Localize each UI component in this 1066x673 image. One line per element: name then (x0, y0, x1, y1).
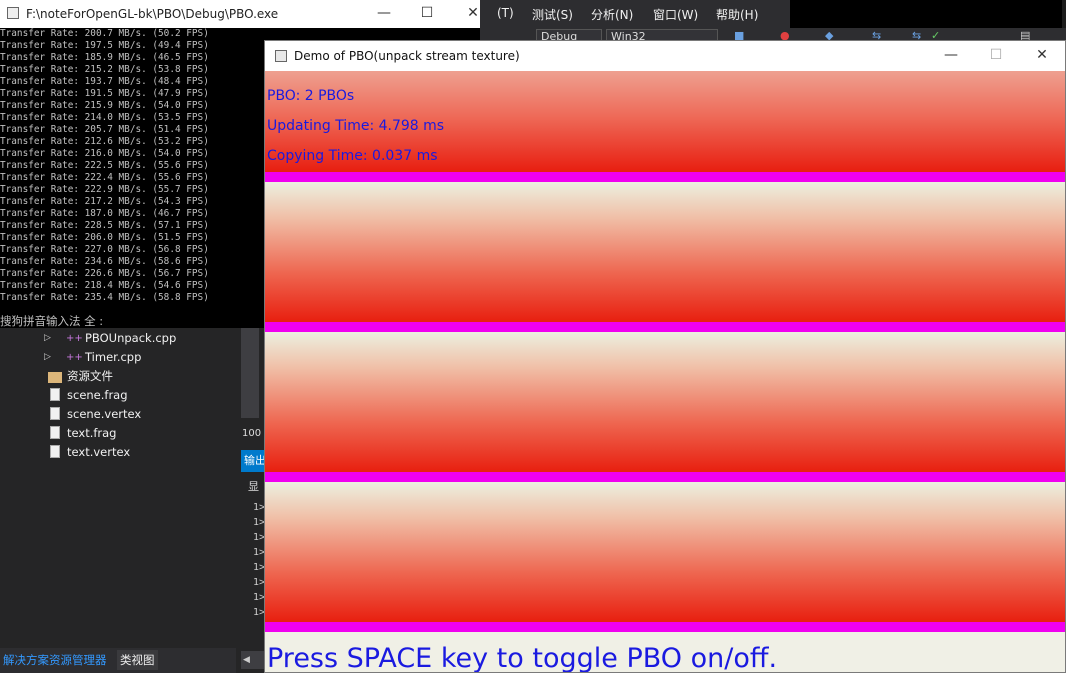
console-line: Transfer Rate: 191.5 MB/s. (47.9 FPS) (0, 88, 209, 99)
solution-tabs: 解决方案资源管理器 类视图 (0, 648, 236, 673)
folder-icon (48, 372, 62, 383)
demo-title: Demo of PBO(unpack stream texture) (294, 49, 520, 63)
tree-item-text-frag[interactable]: text.frag (50, 424, 234, 443)
console-line: Transfer Rate: 206.0 MB/s. (51.5 FPS) (0, 232, 209, 243)
console-line: Transfer Rate: 187.0 MB/s. (46.7 FPS) (0, 208, 209, 219)
console-line: Transfer Rate: 214.0 MB/s. (53.5 FPS) (0, 112, 209, 123)
ime-status: 搜狗拼音输入法 全 : (0, 314, 104, 328)
tree-item-pbounpack[interactable]: ▷ ++ PBOUnpack.cpp (44, 329, 234, 348)
menu-item-window[interactable]: 窗口(W) (653, 6, 698, 23)
console-line: Transfer Rate: 218.4 MB/s. (54.6 FPS) (0, 280, 209, 291)
render-canvas[interactable]: PBO: 2 PBOs Updating Time: 4.798 ms Copy… (265, 71, 1065, 672)
console-output: Transfer Rate: 200.7 MB/s. (50.2 FPS) Tra… (0, 28, 264, 304)
console-line: Transfer Rate: 212.6 MB/s. (53.2 FPS) (0, 136, 209, 147)
close-icon[interactable]: ✕ (1019, 41, 1065, 71)
demo-window: Demo of PBO(unpack stream texture) — ☐ ✕… (264, 40, 1066, 673)
console-line: Transfer Rate: 222.4 MB/s. (55.6 FPS) (0, 172, 209, 183)
close-icon[interactable]: ✕ (450, 0, 496, 28)
menu-item-test[interactable]: 测试(S) (532, 6, 573, 23)
menu-item-help[interactable]: 帮助(H) (716, 6, 758, 23)
tree-item-label: Timer.cpp (85, 350, 142, 364)
magenta-stripe (265, 472, 1065, 482)
file-icon (50, 426, 60, 439)
console-line: Transfer Rate: 185.9 MB/s. (46.5 FPS) (0, 52, 209, 63)
press-space-text: Press SPACE key to toggle PBO on/off. (267, 643, 778, 672)
tree-item-label: 资源文件 (67, 369, 113, 383)
magenta-stripe (265, 322, 1065, 332)
file-icon (50, 445, 60, 458)
expand-arrow-icon[interactable]: ▷ (44, 348, 51, 367)
console-line: Transfer Rate: 197.5 MB/s. (49.4 FPS) (0, 40, 209, 51)
console-line: Transfer Rate: 235.4 MB/s. (58.8 FPS) (0, 292, 209, 303)
tree-item-text-vertex[interactable]: text.vertex (50, 443, 234, 462)
tree-item-scene-frag[interactable]: scene.frag (50, 386, 234, 405)
tab-solution-explorer[interactable]: 解决方案资源管理器 (0, 650, 110, 670)
tree-item-label: text.frag (67, 426, 117, 440)
console-line: Transfer Rate: 193.7 MB/s. (48.4 FPS) (0, 76, 209, 87)
console-line: Transfer Rate: 215.9 MB/s. (54.0 FPS) (0, 100, 209, 111)
scroll-left-icon[interactable]: ◀ (241, 651, 265, 669)
maximize-icon[interactable]: ☐ (973, 41, 1019, 71)
tab-class-view[interactable]: 类视图 (117, 650, 158, 670)
tree-item-label: PBOUnpack.cpp (85, 331, 177, 345)
magenta-stripe (265, 172, 1065, 182)
console-line: Transfer Rate: 226.6 MB/s. (56.7 FPS) (0, 268, 209, 279)
console-line: Transfer Rate: 205.7 MB/s. (51.4 FPS) (0, 124, 209, 135)
texture-band (265, 332, 1065, 472)
output-panel: 100 输出 显 1> 1> 1> 1> 1> 1> 1> 1> ◀ (236, 328, 265, 673)
tree-item-timer[interactable]: ▷ ++ Timer.cpp (44, 348, 234, 367)
menu-item-analyze[interactable]: 分析(N) (591, 6, 633, 23)
menu-item-tools[interactable]: (T) (497, 6, 514, 20)
file-icon (50, 388, 60, 401)
cpp-file-icon: ++ (66, 352, 83, 363)
expand-arrow-icon[interactable]: ▷ (44, 329, 51, 348)
scrollbar[interactable] (241, 328, 259, 418)
console-title: F:\noteForOpenGL-bk\PBO\Debug\PBO.exe (26, 7, 279, 21)
minimize-icon[interactable]: — (928, 41, 974, 71)
tab-output[interactable]: 输出 (241, 450, 265, 472)
console-line: Transfer Rate: 217.2 MB/s. (54.3 FPS) (0, 196, 209, 207)
tree-item-label: scene.frag (67, 388, 128, 402)
magenta-stripe (265, 622, 1065, 632)
solution-explorer: ▷ ++ PBOUnpack.cpp ▷ ++ Timer.cpp 资源文件 s… (0, 328, 236, 673)
tree-item-label: text.vertex (67, 445, 131, 459)
tree-item-scene-vertex[interactable]: scene.vertex (50, 405, 234, 424)
console-line: Transfer Rate: 215.2 MB/s. (53.8 FPS) (0, 64, 209, 75)
vs-title-bar-black (790, 0, 1066, 28)
updating-time-text: Updating Time: 4.798 ms (267, 118, 445, 134)
texture-band (265, 482, 1065, 622)
console-line: Transfer Rate: 222.5 MB/s. (55.6 FPS) (0, 160, 209, 171)
show-output-label: 显 (248, 480, 259, 493)
minimize-icon[interactable]: — (361, 0, 407, 28)
demo-title-bar: Demo of PBO(unpack stream texture) — ☐ ✕ (265, 41, 1065, 71)
zoom-level[interactable]: 100 (242, 428, 261, 439)
cpp-file-icon: ++ (66, 333, 83, 344)
file-icon (50, 407, 60, 420)
tree-item-label: scene.vertex (67, 407, 142, 421)
console-app-icon (7, 7, 19, 19)
vs-menubar: (T) 测试(S) 分析(N) 窗口(W) 帮助(H) (480, 0, 790, 28)
console-line: Transfer Rate: 200.7 MB/s. (50.2 FPS) (0, 28, 209, 39)
console-line: Transfer Rate: 234.6 MB/s. (58.6 FPS) (0, 256, 209, 267)
demo-app-icon (275, 50, 287, 62)
texture-band (265, 182, 1065, 322)
console-line: Transfer Rate: 222.9 MB/s. (55.7 FPS) (0, 184, 209, 195)
console-line: Transfer Rate: 228.5 MB/s. (57.1 FPS) (0, 220, 209, 231)
pbo-count-text: PBO: 2 PBOs (267, 88, 355, 104)
console-line: Transfer Rate: 216.0 MB/s. (54.0 FPS) (0, 148, 209, 159)
maximize-icon[interactable]: ☐ (404, 0, 450, 28)
copying-time-text: Copying Time: 0.037 ms (267, 148, 438, 164)
console-title-bar: F:\noteForOpenGL-bk\PBO\Debug\PBO.exe — … (0, 0, 480, 28)
tree-item-resources[interactable]: 资源文件 (48, 367, 234, 386)
console-line: Transfer Rate: 227.0 MB/s. (56.8 FPS) (0, 244, 209, 255)
